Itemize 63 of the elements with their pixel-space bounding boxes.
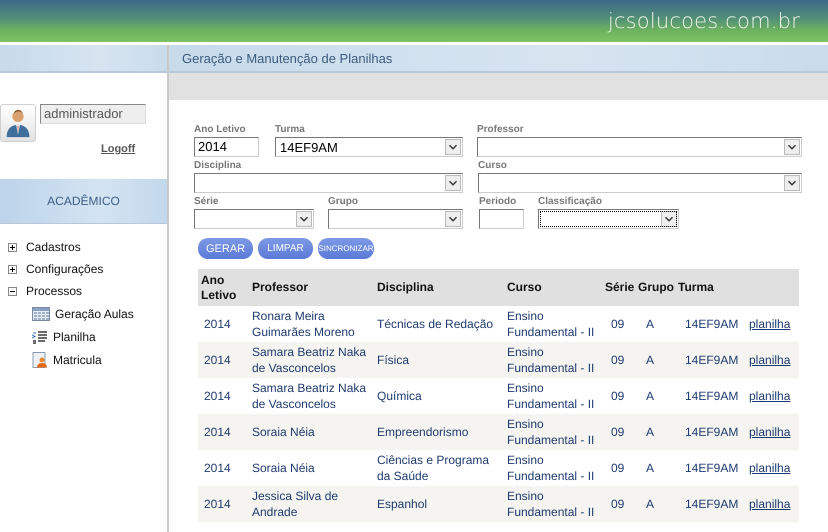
- table-cell: A: [638, 414, 678, 450]
- site-name: jcsolucoes.com.br: [608, 9, 800, 33]
- menu-item[interactable]: Planilha: [53, 330, 96, 344]
- table-cell: 2014: [198, 342, 249, 378]
- table-cell: Física: [374, 342, 504, 378]
- table-cell: Jessica Silva de Andrade: [249, 486, 374, 522]
- field-label: Disciplina: [194, 159, 242, 173]
- table-cell: 14EF9AM: [678, 342, 746, 378]
- table-cell: 2014: [198, 414, 249, 450]
- table-cell: Ensino Fundamental - II: [504, 414, 603, 450]
- field-label: Curso: [478, 159, 508, 173]
- column-header: Professor: [249, 269, 374, 306]
- field-label: Turma: [275, 123, 306, 137]
- menu-item[interactable]: Matricula: [53, 352, 102, 366]
- field-label: Professor: [477, 123, 525, 137]
- column-header: Série: [603, 269, 638, 306]
- username-field[interactable]: administrador: [40, 104, 146, 124]
- text-input[interactable]: 2014: [194, 137, 259, 157]
- table-cell: Soraia Néia: [249, 414, 374, 450]
- calendar-icon: [32, 306, 50, 320]
- expand-icon[interactable]: [8, 264, 17, 274]
- tree-item[interactable]: Cadastros: [26, 240, 81, 254]
- spreadsheet-link[interactable]: planilha: [749, 316, 790, 332]
- table-cell: 14EF9AM: [678, 414, 746, 450]
- table-cell: 2014: [198, 486, 249, 522]
- table-cell: 14EF9AM: [678, 486, 746, 522]
- expand-icon[interactable]: [8, 242, 17, 252]
- column-header: Grupo: [638, 269, 678, 306]
- column-header: Ano Letivo: [198, 269, 249, 306]
- field-label: Grupo: [328, 195, 359, 209]
- column-header: Turma: [678, 269, 746, 306]
- table-cell: A: [638, 342, 678, 378]
- column-header: Disciplina: [374, 269, 504, 306]
- dropdown[interactable]: 14EF9AM: [275, 137, 463, 157]
- text-input[interactable]: [479, 209, 524, 229]
- user-avatar-icon: [0, 104, 36, 142]
- dropdown[interactable]: [538, 209, 679, 229]
- field-label: Ano Letivo: [194, 123, 247, 137]
- tree-item[interactable]: Configurações: [26, 262, 104, 276]
- collapse-icon[interactable]: [8, 286, 17, 296]
- column-header-blank: [746, 269, 799, 306]
- spreadsheet-link[interactable]: planilha: [749, 388, 790, 404]
- table-cell: Ensino Fundamental - II: [504, 486, 603, 522]
- spreadsheet-link[interactable]: planilha: [749, 460, 790, 476]
- field-label: Classificação: [538, 195, 603, 209]
- logoff-link[interactable]: Logoff: [101, 143, 136, 155]
- table-cell: 09: [603, 486, 638, 522]
- table-cell: Espanhol: [374, 486, 504, 522]
- field-label: Periodo: [479, 195, 518, 209]
- field-label: Série: [194, 195, 220, 209]
- table-cell: A: [638, 486, 678, 522]
- list-icon: [32, 330, 48, 344]
- column-header: Curso: [504, 269, 603, 306]
- page-title: Geração e Manutenção de Planilhas: [182, 50, 392, 66]
- table-cell: Empreendorismo: [374, 414, 504, 450]
- table-cell: 09: [603, 414, 638, 450]
- section-header: ACADÊMICO: [0, 179, 167, 224]
- table-cell: Ensino Fundamental - II: [504, 342, 603, 378]
- clipboard-person-icon: [32, 351, 48, 368]
- table-cell: Samara Beatriz Naka de Vasconcelos: [249, 342, 374, 378]
- menu-item[interactable]: Geração Aulas: [55, 306, 134, 320]
- tree-item[interactable]: Processos: [26, 284, 82, 298]
- table-cell: 09: [603, 342, 638, 378]
